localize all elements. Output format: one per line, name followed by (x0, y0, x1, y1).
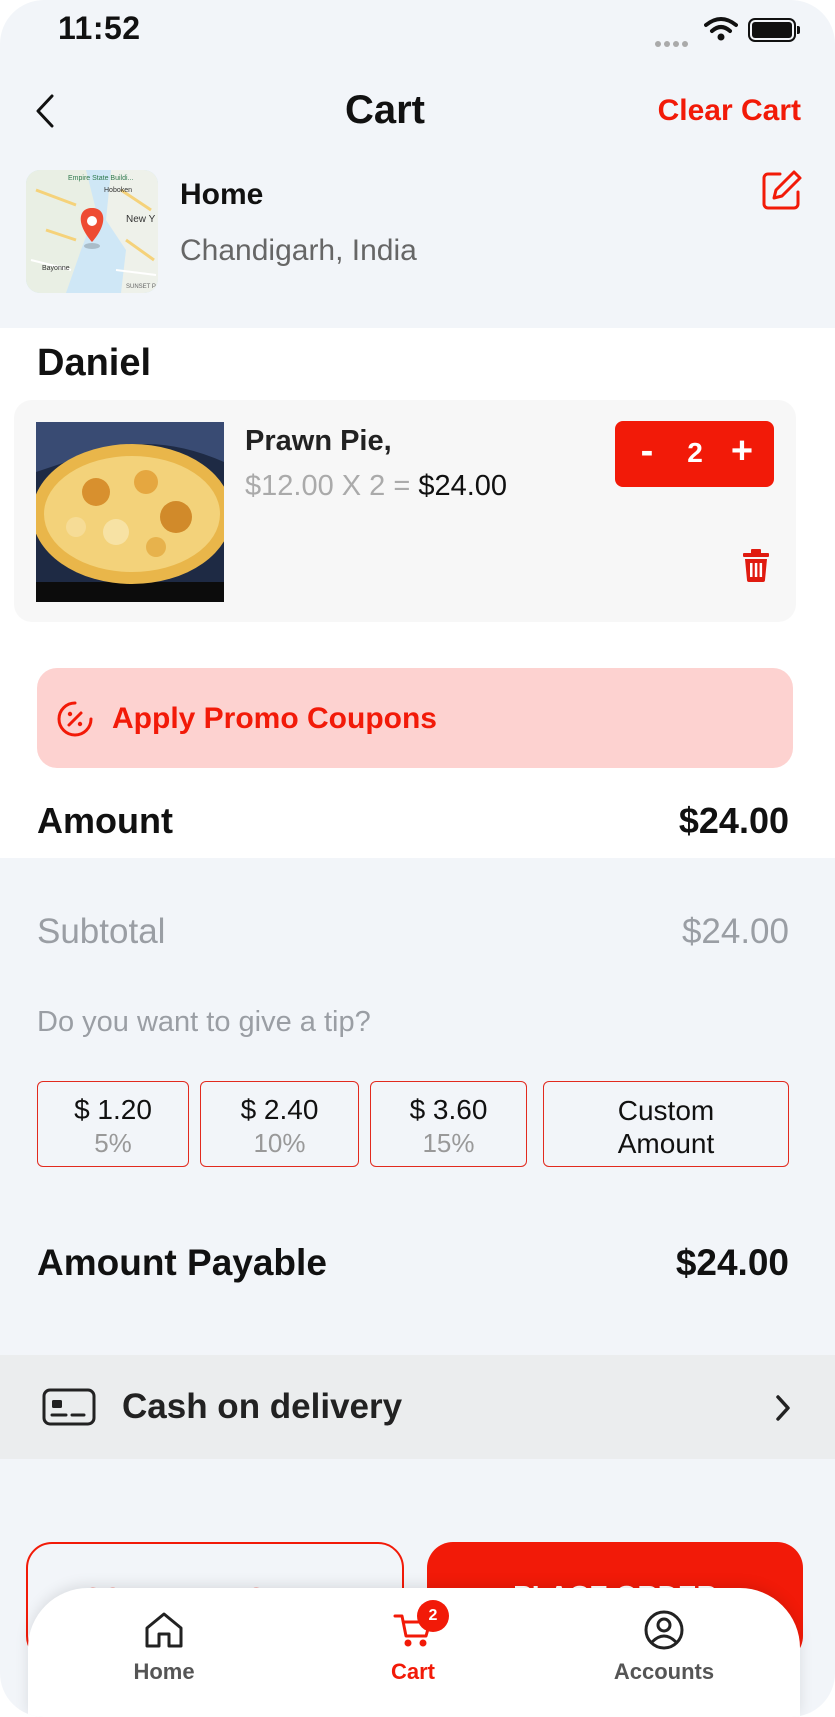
item-price-calc: $12.00 X 2 = (245, 470, 419, 502)
tab-home-label: Home (133, 1659, 195, 1684)
tip-percent: 15% (422, 1128, 475, 1158)
map-label-bayonne: Bayonne (42, 265, 70, 272)
amount-payable-label: Amount Payable (37, 1242, 327, 1283)
address-label: Home (180, 178, 264, 211)
item-line-total: $24.00 (418, 470, 508, 502)
custom-line2: Amount (617, 1128, 715, 1159)
signal-icon (655, 34, 691, 52)
tab-accounts-label: Accounts (613, 1659, 715, 1684)
tab-accounts[interactable]: Accounts (584, 1610, 744, 1685)
map-label-hoboken: Hoboken (104, 187, 132, 194)
tab-home[interactable]: Home (84, 1610, 244, 1685)
tab-cart-label: Cart (390, 1659, 435, 1684)
cash-icon (42, 1388, 96, 1426)
edit-icon (762, 170, 802, 210)
quantity-stepper: - 2 + (615, 421, 774, 487)
address-map-thumbnail[interactable]: Empire State Buildi... Hoboken New Y Bay… (26, 170, 158, 293)
item-image (36, 422, 224, 602)
map-label-newy: New Y (126, 214, 156, 225)
tip-option-10[interactable]: $ 2.40 10% (200, 1081, 359, 1167)
tip-amount: $ 2.40 (240, 1094, 319, 1125)
address-city: Chandigarh, India (180, 234, 417, 267)
tip-percent: 5% (94, 1128, 132, 1158)
quantity-value: 2 (687, 437, 703, 468)
account-icon (644, 1610, 684, 1650)
battery-icon (748, 18, 800, 42)
tip-amount: $ 1.20 (74, 1094, 152, 1125)
trash-icon (743, 549, 769, 582)
subtotal-label: Subtotal (37, 912, 166, 951)
item-price: $12.00 X 2 = $24.00 (245, 470, 507, 503)
home-icon (145, 1612, 183, 1648)
increase-quantity-button[interactable]: + (722, 427, 762, 477)
amount-payable-value: $24.00 (675, 1242, 789, 1283)
discount-icon (57, 701, 93, 737)
remove-item-button[interactable] (741, 548, 771, 582)
amount-label: Amount (37, 800, 173, 841)
tab-cart[interactable]: 2 Cart (333, 1600, 493, 1685)
amount-value: $24.00 (678, 800, 789, 841)
tip-percent: 10% (253, 1128, 306, 1158)
item-name: Prawn Pie, (245, 425, 392, 457)
wifi-icon (704, 16, 738, 47)
bottom-tab-bar: Home 2 Cart Accounts (28, 1588, 800, 1717)
tip-option-5[interactable]: $ 1.20 5% (37, 1081, 189, 1167)
decrease-quantity-button[interactable]: - (627, 427, 667, 477)
payment-method-row[interactable]: Cash on delivery (0, 1355, 835, 1459)
custom-line1: Custom (617, 1095, 715, 1126)
cart-screen: 11:52 Cart Clear Cart Empire State Build… (0, 0, 835, 1717)
tip-question: Do you want to give a tip? (37, 1006, 371, 1038)
tip-amount: $ 3.60 (409, 1094, 488, 1125)
chevron-right-icon (776, 1395, 790, 1421)
tip-custom-amount[interactable]: Custom Amount (543, 1081, 789, 1167)
clear-cart-button[interactable]: Clear Cart (640, 94, 801, 128)
apply-promo-label: Apply Promo Coupons (112, 702, 437, 735)
map-label-sunset: SUNSET P (126, 284, 156, 290)
status-time: 11:52 (58, 10, 141, 46)
subtotal-value: $24.00 (681, 912, 789, 951)
restaurant-name: Daniel (37, 342, 152, 384)
payment-method-label: Cash on delivery (122, 1387, 403, 1426)
edit-address-button[interactable] (760, 168, 804, 212)
apply-promo-button[interactable]: Apply Promo Coupons (37, 668, 793, 768)
map-label-empire: Empire State Buildi... (68, 175, 133, 182)
tip-option-15[interactable]: $ 3.60 15% (370, 1081, 527, 1167)
cart-badge: 2 (417, 1600, 449, 1632)
